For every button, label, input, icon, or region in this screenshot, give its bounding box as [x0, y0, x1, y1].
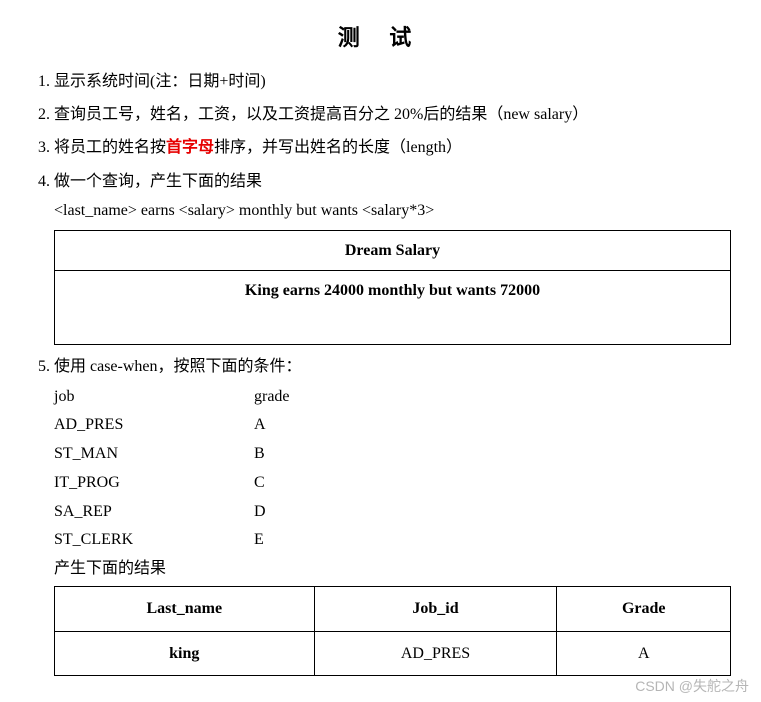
table-row: king AD_PRES A — [55, 631, 731, 675]
table-header-row: Dream Salary — [55, 230, 731, 270]
result-cell-lastname: king — [55, 631, 315, 675]
dream-salary-value: King earns 24000 monthly but wants 72000 — [55, 271, 731, 311]
jobgrade-grade: E — [254, 526, 334, 555]
jobgrade-grade: A — [254, 411, 334, 440]
jobgrade-job: SA_REP — [54, 498, 254, 527]
jobgrade-row: AD_PRES A — [54, 411, 731, 440]
table-empty-row — [55, 310, 731, 345]
q3-text-after: 排序，并写出姓名的长度（length） — [214, 139, 462, 156]
q3-highlight: 首字母 — [166, 139, 214, 156]
result-header-jobid: Job_id — [314, 587, 557, 631]
jobgrade-header-job: job — [54, 383, 254, 412]
jobgrade-grade: C — [254, 469, 334, 498]
jobgrade-header: job grade — [54, 383, 731, 412]
result-header-lastname: Last_name — [55, 587, 315, 631]
jobgrade-grade: D — [254, 498, 334, 527]
jobgrade-job: ST_CLERK — [54, 526, 254, 555]
watermark: CSDN @失舵之舟 — [635, 676, 749, 696]
job-grade-block: job grade AD_PRES A ST_MAN B IT_PROG C S… — [54, 383, 731, 556]
dream-salary-header: Dream Salary — [55, 230, 731, 270]
q5-text: 使用 case-when，按照下面的条件： — [54, 358, 302, 375]
jobgrade-job: AD_PRES — [54, 411, 254, 440]
jobgrade-job: ST_MAN — [54, 440, 254, 469]
q5-result-label: 产生下面的结果 — [54, 555, 731, 582]
jobgrade-row: ST_CLERK E — [54, 526, 731, 555]
empty-cell — [55, 310, 731, 345]
table-header-row: Last_name Job_id Grade — [55, 587, 731, 631]
page-title: 测 试 — [30, 20, 731, 52]
question-2: 查询员工号，姓名，工资，以及工资提高百分之 20%后的结果（new salary… — [54, 101, 731, 128]
question-3: 将员工的姓名按首字母排序，并写出姓名的长度（length） — [54, 134, 731, 161]
jobgrade-row: SA_REP D — [54, 498, 731, 527]
table-row: King earns 24000 monthly but wants 72000 — [55, 271, 731, 311]
question-4: 做一个查询，产生下面的结果 <last_name> earns <salary>… — [54, 168, 731, 346]
jobgrade-row: IT_PROG C — [54, 469, 731, 498]
q3-text-before: 将员工的姓名按 — [54, 139, 166, 156]
result-header-grade: Grade — [557, 587, 731, 631]
dream-salary-table: Dream Salary King earns 24000 monthly bu… — [54, 230, 731, 345]
result-cell-jobid: AD_PRES — [314, 631, 557, 675]
jobgrade-header-grade: grade — [254, 383, 334, 412]
result-table: Last_name Job_id Grade king AD_PRES A — [54, 586, 731, 675]
q4-template: <last_name> earns <salary> monthly but w… — [54, 197, 731, 224]
question-list: 显示系统时间(注：日期+时间) 查询员工号，姓名，工资，以及工资提高百分之 20… — [30, 68, 731, 676]
jobgrade-grade: B — [254, 440, 334, 469]
q4-text: 做一个查询，产生下面的结果 — [54, 173, 262, 190]
question-1: 显示系统时间(注：日期+时间) — [54, 68, 731, 95]
jobgrade-row: ST_MAN B — [54, 440, 731, 469]
question-5: 使用 case-when，按照下面的条件： job grade AD_PRES … — [54, 353, 731, 676]
jobgrade-job: IT_PROG — [54, 469, 254, 498]
result-cell-grade: A — [557, 631, 731, 675]
